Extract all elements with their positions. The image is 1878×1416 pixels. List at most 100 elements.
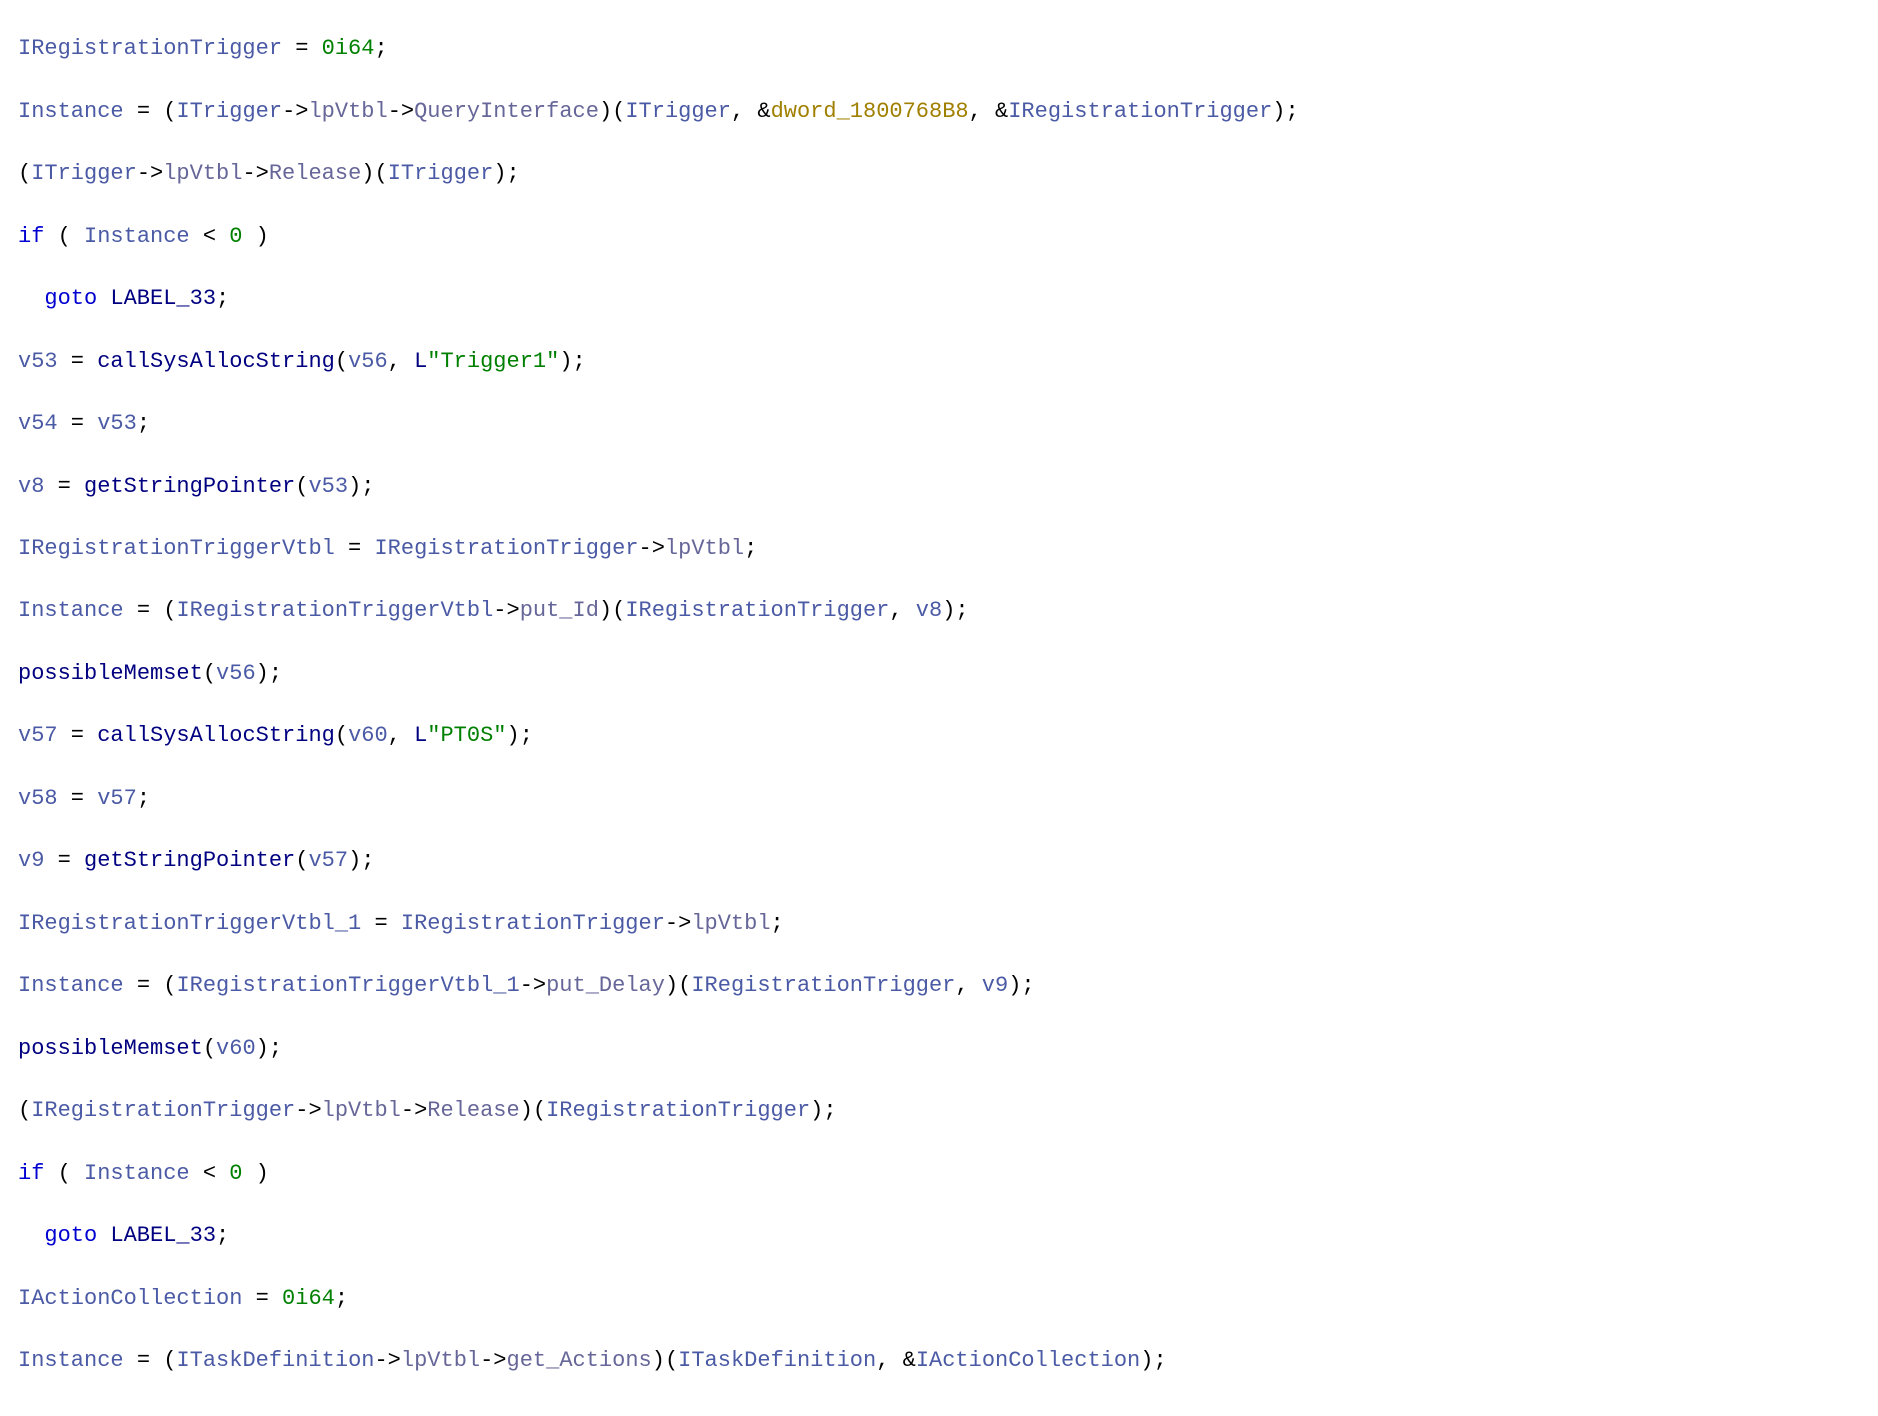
- operator: )(: [361, 161, 387, 186]
- operator: )(: [665, 973, 691, 998]
- number-literal: 0: [229, 1161, 242, 1186]
- code-line: Instance = (ITaskDefinition->lpVtbl->get…: [18, 1345, 1870, 1376]
- operator: );: [559, 349, 585, 374]
- keyword-goto: goto: [44, 286, 97, 311]
- function-call: getStringPointer: [84, 848, 295, 873]
- operator: =: [361, 911, 401, 936]
- function-call: callSysAllocString: [97, 723, 335, 748]
- identifier: Instance: [84, 1161, 190, 1186]
- code-line: (IRegistrationTrigger->lpVtbl->Release)(…: [18, 1095, 1870, 1126]
- identifier: v57: [18, 723, 58, 748]
- decompiler-code-view[interactable]: IRegistrationTrigger = 0i64; Instance = …: [0, 0, 1878, 1416]
- global-symbol: dword_1800768B8: [771, 99, 969, 124]
- code-line: IRegistrationTriggerVtbl = IRegistration…: [18, 533, 1870, 564]
- operator: ->: [295, 1098, 321, 1123]
- operator: ,: [388, 349, 414, 374]
- operator: ->: [388, 99, 414, 124]
- identifier: v57: [308, 848, 348, 873]
- operator: );: [493, 161, 519, 186]
- identifier: v53: [18, 349, 58, 374]
- identifier: IRegistrationTrigger: [1008, 99, 1272, 124]
- code-line: goto LABEL_33;: [18, 1220, 1870, 1251]
- string-literal: "Trigger1": [427, 349, 559, 374]
- label: LABEL_33: [110, 1223, 216, 1248]
- operator: (: [335, 723, 348, 748]
- operator: = (: [124, 598, 177, 623]
- code-line: v57 = callSysAllocString(v60, L"PT0S");: [18, 720, 1870, 751]
- operator: ;: [216, 1223, 229, 1248]
- operator: ->: [401, 1098, 427, 1123]
- operator: , &: [731, 99, 771, 124]
- number-literal: 0i64: [322, 36, 375, 61]
- member: lpVtbl: [308, 99, 387, 124]
- identifier: ITaskDefinition: [678, 1348, 876, 1373]
- operator: ->: [137, 161, 163, 186]
- operator: (: [44, 1161, 84, 1186]
- operator: ;: [137, 786, 150, 811]
- operator: (: [18, 161, 31, 186]
- operator: ;: [335, 1286, 348, 1311]
- identifier: IRegistrationTrigger: [546, 1098, 810, 1123]
- operator: ->: [493, 598, 519, 623]
- function-call: possibleMemset: [18, 1036, 203, 1061]
- member: Release: [427, 1098, 519, 1123]
- operator: ): [242, 1161, 268, 1186]
- operator: ,: [388, 723, 414, 748]
- identifier: IRegistrationTrigger: [401, 911, 665, 936]
- member: lpVtbl: [691, 911, 770, 936]
- code-line: Instance = (IRegistrationTriggerVtbl_1->…: [18, 970, 1870, 1001]
- operator: ,: [955, 973, 981, 998]
- keyword-goto: goto: [44, 1223, 97, 1248]
- code-line: IRegistrationTriggerVtbl_1 = IRegistrati…: [18, 908, 1870, 939]
- identifier: ITrigger: [31, 161, 137, 186]
- operator: ;: [771, 911, 784, 936]
- member: lpVtbl: [665, 536, 744, 561]
- code-line: v53 = callSysAllocString(v56, L"Trigger1…: [18, 346, 1870, 377]
- identifier: v58: [18, 786, 58, 811]
- operator: = (: [124, 1348, 177, 1373]
- code-line: IActionCollection = 0i64;: [18, 1283, 1870, 1314]
- identifier: v56: [216, 661, 256, 686]
- code-line: goto LABEL_33;: [18, 283, 1870, 314]
- label: LABEL_33: [110, 286, 216, 311]
- identifier: v9: [982, 973, 1008, 998]
- operator: =: [282, 36, 322, 61]
- identifier: IActionCollection: [18, 1286, 242, 1311]
- operator: );: [810, 1098, 836, 1123]
- operator: );: [256, 661, 282, 686]
- operator: =: [335, 536, 375, 561]
- string-literal: "PT0S": [427, 723, 506, 748]
- operator: ->: [242, 161, 268, 186]
- operator: =: [58, 349, 98, 374]
- member: lpVtbl: [401, 1348, 480, 1373]
- operator: <: [190, 1161, 230, 1186]
- operator: ): [242, 224, 268, 249]
- code-line: possibleMemset(v56);: [18, 658, 1870, 689]
- operator: ->: [480, 1348, 506, 1373]
- code-line: if ( Instance < 0 ): [18, 221, 1870, 252]
- member: lpVtbl: [322, 1098, 401, 1123]
- identifier: IRegistrationTrigger: [625, 598, 889, 623]
- member: lpVtbl: [163, 161, 242, 186]
- operator: =: [58, 723, 98, 748]
- code-line: Instance = (IRegistrationTriggerVtbl->pu…: [18, 595, 1870, 626]
- operator: =: [242, 1286, 282, 1311]
- identifier: IRegistrationTriggerVtbl_1: [176, 973, 519, 998]
- identifier: Instance: [84, 224, 190, 249]
- identifier: Instance: [18, 99, 124, 124]
- identifier: IActionCollection: [916, 1348, 1140, 1373]
- identifier: IRegistrationTrigger: [691, 973, 955, 998]
- operator: = (: [124, 99, 177, 124]
- operator: );: [348, 474, 374, 499]
- operator: =: [58, 786, 98, 811]
- operator: )(: [599, 598, 625, 623]
- code-line: IRegistrationTrigger = 0i64;: [18, 33, 1870, 64]
- operator: ;: [374, 36, 387, 61]
- identifier: ITrigger: [176, 99, 282, 124]
- identifier: v60: [216, 1036, 256, 1061]
- operator: );: [1272, 99, 1298, 124]
- function-call: getStringPointer: [84, 474, 295, 499]
- identifier: v8: [18, 474, 44, 499]
- space: [97, 1223, 110, 1248]
- operator: (: [295, 848, 308, 873]
